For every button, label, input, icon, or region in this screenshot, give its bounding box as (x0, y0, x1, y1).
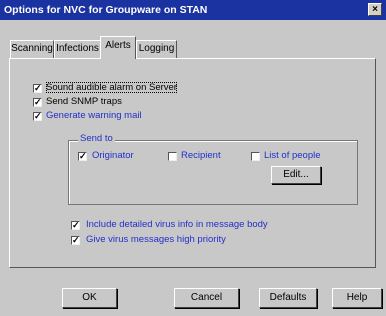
sound-alarm-checkbox[interactable]: ✓ (33, 84, 42, 93)
close-button[interactable]: × (368, 3, 382, 16)
sound-alarm-label: Sound audible alarm on Server (46, 82, 177, 93)
include-virus-info-checkbox[interactable]: ✓ (71, 221, 80, 230)
list-of-people-checkbox[interactable] (251, 152, 260, 161)
help-button[interactable]: Help (332, 288, 382, 308)
originator-label: Originator (92, 150, 134, 161)
include-virus-info-label: Include detailed virus info in message b… (86, 219, 268, 230)
defaults-button[interactable]: Defaults (259, 288, 317, 308)
tab-alerts[interactable]: Alerts (100, 36, 136, 59)
tab-scanning[interactable]: Scanning (10, 40, 54, 58)
high-priority-checkbox[interactable]: ✓ (71, 236, 80, 245)
list-of-people-label: List of people (264, 150, 321, 161)
cancel-button[interactable]: Cancel (174, 288, 239, 308)
close-icon: × (372, 4, 378, 15)
window-title: Options for NVC for Groupware on STAN (4, 4, 208, 16)
tab-infections[interactable]: Infections (54, 40, 101, 58)
ok-button[interactable]: OK (62, 288, 117, 308)
recipient-checkbox[interactable] (168, 152, 177, 161)
warning-mail-label: Generate warning mail (46, 110, 142, 121)
snmp-traps-checkbox[interactable]: ✓ (33, 98, 42, 107)
high-priority-label: Give virus messages high priority (86, 234, 226, 245)
title-bar: Options for NVC for Groupware on STAN × (0, 0, 386, 20)
snmp-traps-label: Send SNMP traps (46, 96, 122, 107)
recipient-label: Recipient (181, 150, 221, 161)
warning-mail-checkbox[interactable]: ✓ (33, 112, 42, 121)
originator-checkbox[interactable]: ✓ (78, 152, 87, 161)
tab-logging[interactable]: Logging (136, 40, 177, 58)
send-to-title: Send to (78, 133, 115, 144)
edit-button[interactable]: Edit... (271, 166, 321, 184)
